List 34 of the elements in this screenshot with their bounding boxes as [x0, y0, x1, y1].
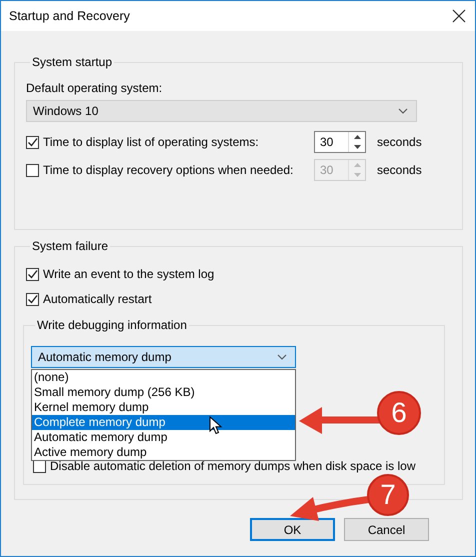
chevron-icon	[398, 108, 408, 114]
checkbox-label: Disable automatic deletion of memory dumps when disk space is low	[50, 458, 416, 474]
dropdown-option[interactable]: Small memory dump (256 KB)	[32, 385, 295, 400]
unit-label: seconds	[377, 135, 422, 149]
dropdown-option[interactable]: Active memory dump	[32, 445, 295, 460]
cancel-button[interactable]: Cancel	[344, 518, 429, 541]
spin-field[interactable]: 30	[314, 131, 366, 153]
group-title: System startup	[31, 54, 114, 70]
cursor-icon	[209, 416, 223, 436]
dropdown-option[interactable]: Kernel memory dump	[32, 400, 295, 415]
group-title: Write debugging information	[36, 317, 188, 333]
checkbox[interactable]	[26, 292, 39, 306]
step-number: 6	[377, 391, 421, 435]
checkbox[interactable]	[26, 136, 39, 148]
checkbox[interactable]	[26, 268, 39, 280]
checkbox-label: Automatically restart	[43, 291, 152, 307]
down-arrow-icon[interactable]	[354, 145, 360, 149]
checkbox-label: Write an event to the system log	[43, 266, 214, 282]
dropdown-option[interactable]: Complete memory dump	[32, 415, 295, 430]
checkbox-label: Time to display recovery options when needed:	[43, 163, 294, 177]
chevron-icon	[277, 354, 287, 360]
window-title: Startup and Recovery	[9, 9, 130, 23]
field-label: Default operating system:	[26, 80, 164, 96]
dropdown-option[interactable]: (none)	[32, 370, 295, 385]
dump-type-dropdown[interactable]: Automatic memory dump	[31, 346, 296, 368]
checkbox-label: Time to display list of operating systems:	[43, 135, 260, 149]
close-icon[interactable]	[452, 9, 466, 23]
dropdown-option[interactable]: Automatic memory dump	[32, 430, 295, 445]
group-title: System failure	[31, 238, 110, 254]
os-dropdown[interactable]: Windows 10	[26, 100, 417, 122]
ok-button[interactable]: OK	[250, 518, 335, 541]
step-number: 7	[367, 474, 409, 516]
unit-label: seconds	[377, 163, 422, 177]
up-arrow-icon[interactable]	[354, 135, 360, 139]
